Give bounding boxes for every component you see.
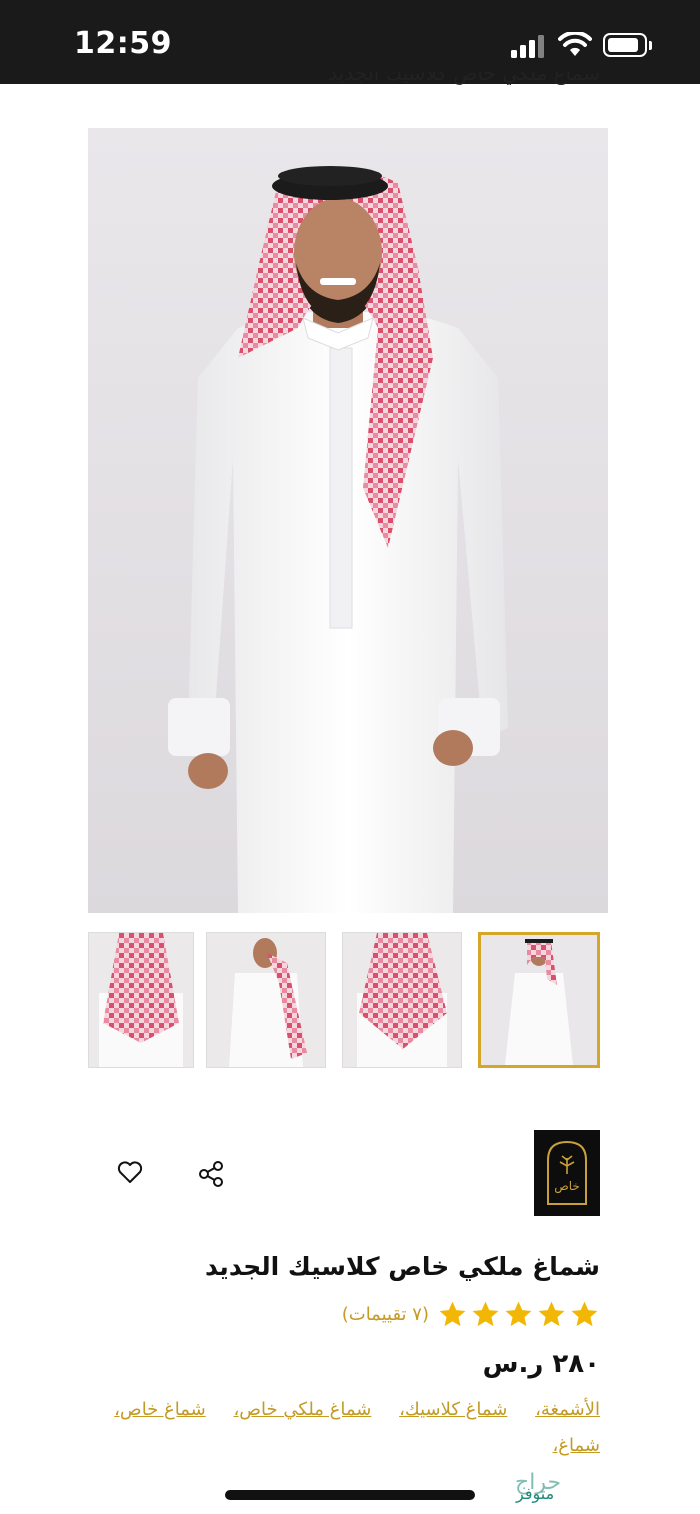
home-indicator[interactable] <box>225 1490 475 1500</box>
star-icon <box>571 1301 598 1326</box>
thumbnail-strip <box>0 932 700 1070</box>
man-in-thobe-illustration <box>168 166 508 913</box>
product-rating[interactable]: (٧ تقييمات) <box>342 1297 600 1331</box>
product-tags: الأشمغة، شماغ كلاسيك، شماغ ملكي خاص، شما… <box>80 1392 600 1464</box>
battery-icon <box>603 33 647 57</box>
star-icon <box>439 1301 466 1326</box>
thumbnail-shemagh-draped-view[interactable] <box>206 932 326 1068</box>
signal-icon <box>511 34 547 58</box>
svg-text:خاص: خاص <box>554 1179 580 1194</box>
star-icon <box>538 1301 565 1326</box>
tag-link[interactable]: شماغ، <box>552 1435 600 1456</box>
tag-link[interactable]: شماغ خاص، <box>114 1399 206 1420</box>
heart-icon[interactable] <box>110 1152 150 1192</box>
thumbnail-shemagh-back-view-2[interactable] <box>342 932 462 1068</box>
thumbnail-man-in-thobe-full[interactable] <box>478 932 600 1068</box>
product-title: شماغ ملكي خاص كلاسيك الجديد <box>204 1252 600 1281</box>
watermark-availability: متوفر <box>516 1484 555 1503</box>
battery-tip <box>649 41 652 50</box>
star-icon <box>505 1301 532 1326</box>
main-product-image[interactable] <box>88 128 608 913</box>
star-icon <box>472 1301 499 1326</box>
brand-logo[interactable]: خاص <box>534 1130 600 1216</box>
tag-link[interactable]: شماغ ملكي خاص، <box>233 1399 371 1420</box>
wifi-icon <box>558 32 592 56</box>
rating-count[interactable]: (٧ تقييمات) <box>342 1304 429 1325</box>
tag-link[interactable]: الأشمغة، <box>535 1399 600 1420</box>
scrolled-title: شماغ ملكي خاص كلاسيك الجديد <box>328 72 600 85</box>
status-time: 12:59 <box>74 26 172 61</box>
share-icon[interactable] <box>191 1154 231 1194</box>
tag-link[interactable]: شماغ كلاسيك، <box>399 1399 507 1420</box>
thumbnail-shemagh-back-view[interactable] <box>88 932 194 1068</box>
product-price: ٢٨٠ ر.س <box>482 1349 600 1379</box>
